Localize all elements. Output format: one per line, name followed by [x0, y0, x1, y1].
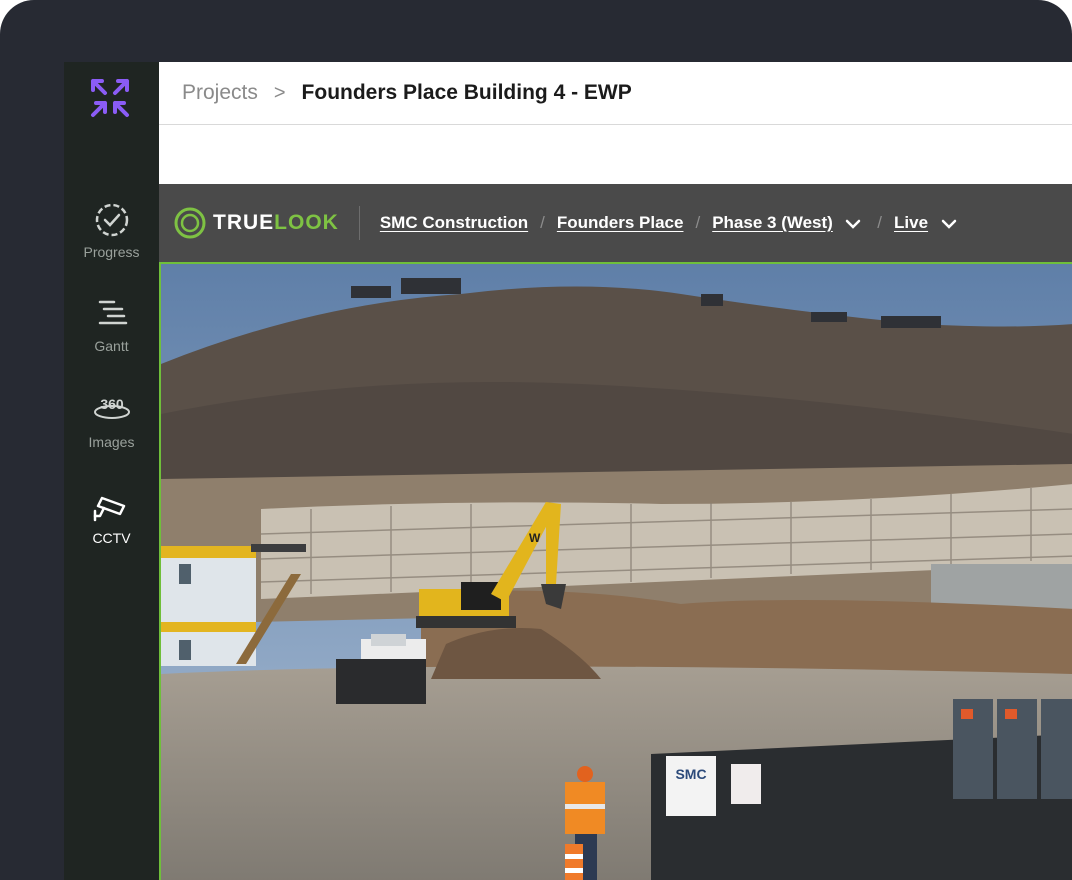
path-separator: / [877, 213, 883, 232]
camera-toolbar: TRUELOOK SMC Construction / Founders Pla… [159, 184, 1072, 262]
main-panel: Projects > Founders Place Building 4 - E… [159, 62, 1072, 880]
sidebar-item-label: Progress [83, 244, 140, 260]
sidebar-item-gantt[interactable]: Gantt [64, 294, 159, 354]
chevron-down-icon [846, 219, 861, 229]
phase-dropdown[interactable]: Phase 3 (West) [712, 213, 861, 233]
sidebar-item-label: CCTV [92, 530, 131, 546]
phase-dropdown-label: Phase 3 (West) [712, 213, 833, 232]
breadcrumb-projects-link[interactable]: Projects [182, 81, 258, 105]
app-logo-icon[interactable] [88, 76, 132, 120]
construction-site-scene: W SMC [161, 264, 1072, 880]
truelook-ring-icon [174, 207, 206, 239]
path-separator: / [540, 213, 545, 232]
sidebar-item-cctv[interactable]: CCTV [64, 486, 159, 546]
project-link[interactable]: Founders Place [557, 213, 684, 233]
cctv-camera-icon [93, 496, 125, 522]
truelook-brand-look: LOOK [274, 211, 339, 234]
breadcrumb: Projects > Founders Place Building 4 - E… [159, 62, 1072, 125]
gantt-icon [98, 300, 127, 325]
company-link[interactable]: SMC Construction [380, 213, 528, 233]
page-title: Founders Place Building 4 - EWP [301, 81, 632, 104]
live-camera-feed[interactable]: W SMC [159, 262, 1072, 880]
sidebar: Progress Gantt 360 Images CCTV [64, 62, 159, 880]
progress-check-icon [95, 203, 128, 237]
live-dropdown-label: Live [894, 213, 929, 232]
path-separator: / [695, 213, 701, 232]
truelook-logo: TRUELOOK [173, 206, 339, 240]
truelook-brand-true: TRUE [213, 211, 275, 234]
device-frame: Progress Gantt 360 Images CCTV Projects … [0, 0, 1072, 880]
sidebar-item-label: Images [88, 434, 135, 450]
breadcrumb-separator: > [273, 81, 286, 104]
portable-toilets [953, 699, 1072, 799]
chevron-down-icon [941, 219, 956, 229]
fence-sign-text: SMC [675, 766, 706, 782]
360-images-icon: 360 [93, 396, 130, 419]
excavator-marking: W [529, 531, 541, 545]
live-dropdown[interactable]: Live [894, 213, 956, 233]
toolbar-divider [358, 206, 360, 240]
traffic-barrel [565, 844, 583, 880]
svg-text:360: 360 [100, 396, 124, 412]
sidebar-item-progress[interactable]: Progress [64, 200, 159, 260]
sidebar-item-label: Gantt [94, 338, 129, 354]
sidebar-item-images[interactable]: 360 Images [64, 390, 159, 450]
